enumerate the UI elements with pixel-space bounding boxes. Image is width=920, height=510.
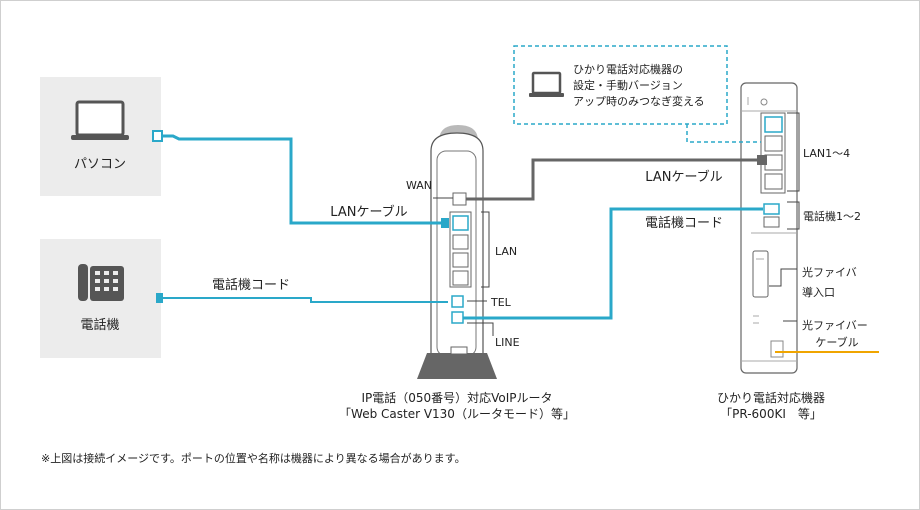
onu-caption-line1: ひかり電話対応機器 — [717, 390, 825, 405]
onu-lan-port-4 — [764, 173, 783, 190]
onu-tel-port-1 — [763, 203, 780, 215]
onu-lan-port-2 — [764, 135, 783, 152]
router-line-port — [451, 311, 464, 324]
router-tel-label: TEL — [490, 296, 512, 309]
fiber-inlet — [752, 250, 769, 298]
lan-cable-pc-label: LANケーブル — [330, 204, 407, 220]
phone-cord — [163, 297, 448, 303]
onu-tel-port-2 — [763, 216, 780, 228]
diagram-canvas: パソコン 電話機 WAN LAN TEL LINE IP電話（050番号）対応V… — [40, 45, 879, 465]
voip-router — [417, 125, 497, 379]
callout-line2: 設定・手動バージョン — [573, 78, 683, 92]
pc-lan-plug — [152, 130, 163, 142]
router-wan-label: WAN — [406, 179, 432, 192]
router-lan-port-4 — [452, 270, 469, 286]
hikari-onu — [740, 82, 798, 374]
onu-lan-label: LAN1〜4 — [803, 147, 850, 160]
laptop-icon — [71, 100, 129, 140]
fiber-inlet-label-1: 光ファイバ — [802, 265, 857, 279]
fiber-inlet-label-2: 導入口 — [802, 285, 835, 299]
router-caption-line1: IP電話（050番号）対応VoIPルータ — [361, 390, 552, 405]
connection-diagram: パソコン 電話機 WAN LAN TEL LINE IP電話（050番号）対応V… — [0, 0, 920, 510]
fiber-cable-label-1: 光ファイバー — [802, 318, 868, 332]
lan-cable-onu-label: LANケーブル — [645, 169, 722, 185]
callout-line1: ひかり電話対応機器の — [573, 62, 683, 76]
router-lan-port-1 — [452, 215, 469, 231]
phone-cord-plug — [156, 293, 163, 303]
router-caption-line2: 「Web Caster V130（ルータモード）等」 — [339, 407, 575, 421]
pc-label: パソコン — [74, 157, 126, 172]
onu-lan-port-3 — [764, 154, 783, 171]
onu-caption-line2: 「PR-600KI 等」 — [720, 407, 822, 421]
router-tel-port — [451, 295, 464, 308]
phone-cord-label: 電話機コード — [212, 277, 290, 293]
router-lan-label: LAN — [495, 245, 517, 258]
router-line-label: LINE — [495, 336, 520, 349]
fiber-cable-label-2: ケーブル — [815, 335, 858, 349]
onu-tel-label: 電話機1〜2 — [803, 209, 861, 223]
router-lan-port-3 — [452, 252, 469, 268]
line-cord-onu-label: 電話機コード — [645, 215, 723, 231]
desk-phone-icon — [78, 264, 124, 301]
onu-lan-port-1 — [764, 116, 783, 133]
callout-line3: アップ時のみつなぎ変える — [573, 94, 705, 108]
footnote: ※上図は接続イメージです。ポートの位置や名称は機器により異なる場合があります。 — [41, 451, 466, 465]
router-lan-port-2 — [452, 234, 469, 250]
callout-laptop-icon — [529, 71, 564, 97]
phone-label: 電話機 — [80, 317, 119, 333]
wan-port — [452, 192, 467, 206]
